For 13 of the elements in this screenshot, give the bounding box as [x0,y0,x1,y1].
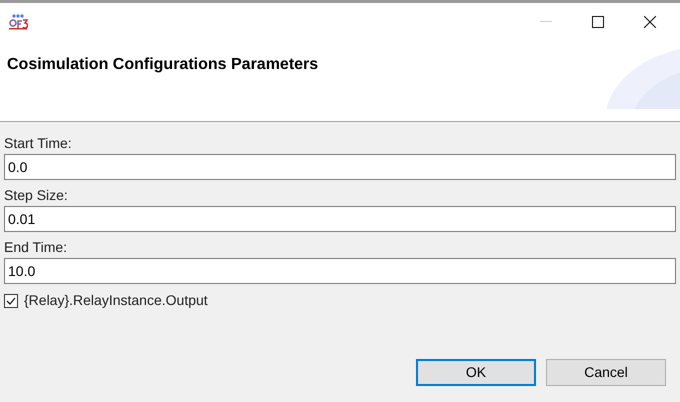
checkbox[interactable] [4,294,18,308]
dialog-button[interactable]: OK [416,359,536,386]
field-label: Start Time: [4,134,73,153]
logo-icon [8,14,28,30]
text-field[interactable]: 0.01 [4,206,676,232]
checkbox-label: {Relay}.RelayInstance.Output [24,291,208,310]
text-field[interactable]: 0.0 [4,154,676,180]
field-label: Step Size: [4,186,69,205]
dialog-button[interactable]: Cancel [546,359,666,386]
dialog-title: Cosimulation Configurations Parameters [7,55,320,75]
field-label: End Time: [4,238,68,257]
check-icon [6,296,16,304]
text-field[interactable]: 10.0 [4,258,676,284]
